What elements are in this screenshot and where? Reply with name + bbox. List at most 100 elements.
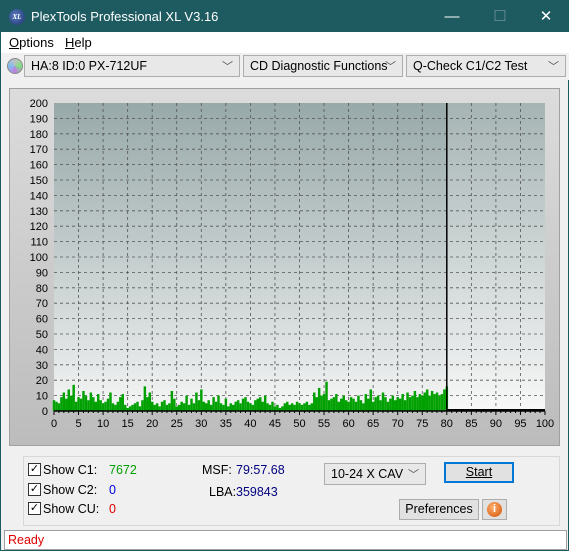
- show-cu-checkbox[interactable]: ✓: [28, 502, 41, 515]
- x-tick-label: 20: [146, 418, 158, 430]
- c1-bar: [236, 400, 240, 411]
- c1-bar: [401, 394, 404, 411]
- menu-help[interactable]: Help: [65, 35, 92, 50]
- function-select[interactable]: CD Diagnostic Functions ﹀: [243, 55, 403, 77]
- c1-value: 7672: [109, 463, 137, 477]
- c1-bar: [330, 398, 333, 411]
- c1-bar: [182, 403, 186, 411]
- c1-bar: [141, 400, 144, 411]
- c1-bar: [418, 394, 422, 411]
- y-tick-label: 100: [30, 252, 48, 264]
- c1-bar: [160, 401, 164, 411]
- close-button[interactable]: ✕: [523, 1, 569, 32]
- c1-bar: [155, 403, 159, 411]
- c1-bar: [386, 401, 390, 411]
- preferences-button[interactable]: Preferences: [399, 499, 479, 520]
- c1-bar: [327, 400, 331, 411]
- c1-bar: [421, 395, 424, 411]
- c1-bar: [123, 404, 127, 411]
- c1-bar: [163, 400, 166, 411]
- c1-bar: [89, 392, 93, 411]
- x-tick-label: 25: [171, 418, 183, 430]
- c1-bar: [249, 403, 252, 411]
- app-logo-icon: XL: [9, 9, 25, 25]
- show-c2-checkbox[interactable]: ✓: [28, 483, 41, 496]
- start-button[interactable]: Start: [444, 462, 514, 483]
- c1-bar: [310, 403, 314, 411]
- c1-bar: [337, 401, 341, 411]
- test-select[interactable]: Q-Check C1/C2 Test ﹀: [406, 55, 566, 77]
- c1-bar: [428, 395, 431, 411]
- y-tick-label: 20: [36, 375, 48, 387]
- c1-bar: [109, 392, 112, 411]
- c1-bar: [57, 403, 61, 411]
- c1-bar: [62, 392, 66, 411]
- c1-bar: [84, 395, 88, 411]
- x-tick-label: 45: [269, 418, 281, 430]
- c1-bar: [293, 404, 296, 411]
- c1-bar: [315, 397, 318, 411]
- c1-bar: [364, 394, 368, 411]
- x-tick-label: 75: [416, 418, 428, 430]
- show-c1-checkbox[interactable]: ✓: [28, 463, 41, 476]
- c1-bar: [266, 403, 269, 411]
- c1-bar: [116, 401, 120, 411]
- c1-bar: [396, 397, 399, 411]
- c1-bar: [224, 398, 228, 411]
- drive-select[interactable]: HA:8 ID:0 PX-712UF ﹀: [24, 55, 240, 77]
- c1-bar: [234, 401, 237, 411]
- c1-bar: [165, 404, 169, 411]
- x-tick-label: 55: [318, 418, 330, 430]
- c1-bar: [381, 392, 385, 411]
- x-tick-label: 70: [392, 418, 404, 430]
- c1-bar: [151, 401, 154, 411]
- c1-bar: [111, 403, 115, 411]
- c1-bar: [374, 397, 377, 411]
- c1-bar: [325, 381, 328, 411]
- c1-bar: [192, 403, 196, 411]
- c1-bar: [413, 390, 417, 411]
- c1-bar: [344, 400, 348, 411]
- c1-bar: [94, 401, 97, 411]
- c1-bar: [288, 404, 291, 411]
- c1-bar: [354, 401, 358, 411]
- c1-bar: [443, 389, 446, 411]
- c1-bar: [403, 400, 407, 411]
- window-title: PlexTools Professional XL V3.16: [31, 9, 219, 24]
- c1-bar: [256, 398, 260, 411]
- c1-bar: [180, 401, 183, 411]
- msf-label: MSF:: [202, 463, 232, 477]
- c1-bar: [143, 386, 147, 411]
- c1-bar: [340, 398, 343, 411]
- c1-bar: [408, 397, 412, 411]
- speed-select[interactable]: 10-24 X CAV ﹀: [324, 463, 426, 485]
- c1-bar: [320, 395, 323, 411]
- info-button[interactable]: i: [482, 499, 507, 520]
- c1-bar: [394, 400, 397, 411]
- c1-bar: [295, 401, 299, 411]
- c1-bar: [335, 394, 338, 411]
- x-tick-label: 95: [514, 418, 526, 430]
- chevron-down-icon: ﹀: [408, 469, 419, 481]
- c1-bar: [187, 404, 191, 411]
- c1-bar: [384, 397, 387, 411]
- x-tick-label: 90: [490, 418, 502, 430]
- c1-bar: [99, 400, 102, 411]
- minimize-button[interactable]: —: [429, 1, 475, 32]
- c1-bar: [251, 404, 255, 411]
- lba-label: LBA:: [209, 485, 237, 499]
- c1-bar: [185, 395, 188, 411]
- menu-options[interactable]: Options: [9, 35, 54, 50]
- c1-bar: [205, 403, 208, 411]
- c1-bar: [148, 392, 151, 411]
- c1-bar: [217, 395, 220, 411]
- c1-bar: [332, 397, 336, 411]
- menu-bar: Options Help: [1, 32, 569, 53]
- y-tick-label: 180: [30, 129, 48, 141]
- chart-panel: 0 5 10 15 20 25 30 35 40 45 50 55 60 65 70 75 80 85 90 95 10…: [9, 88, 560, 446]
- c1-bar: [67, 389, 70, 411]
- maximize-button[interactable]: ☐: [477, 1, 523, 32]
- c1-bar: [271, 401, 274, 411]
- c1-bar: [239, 403, 242, 411]
- y-tick-label: 130: [30, 206, 48, 218]
